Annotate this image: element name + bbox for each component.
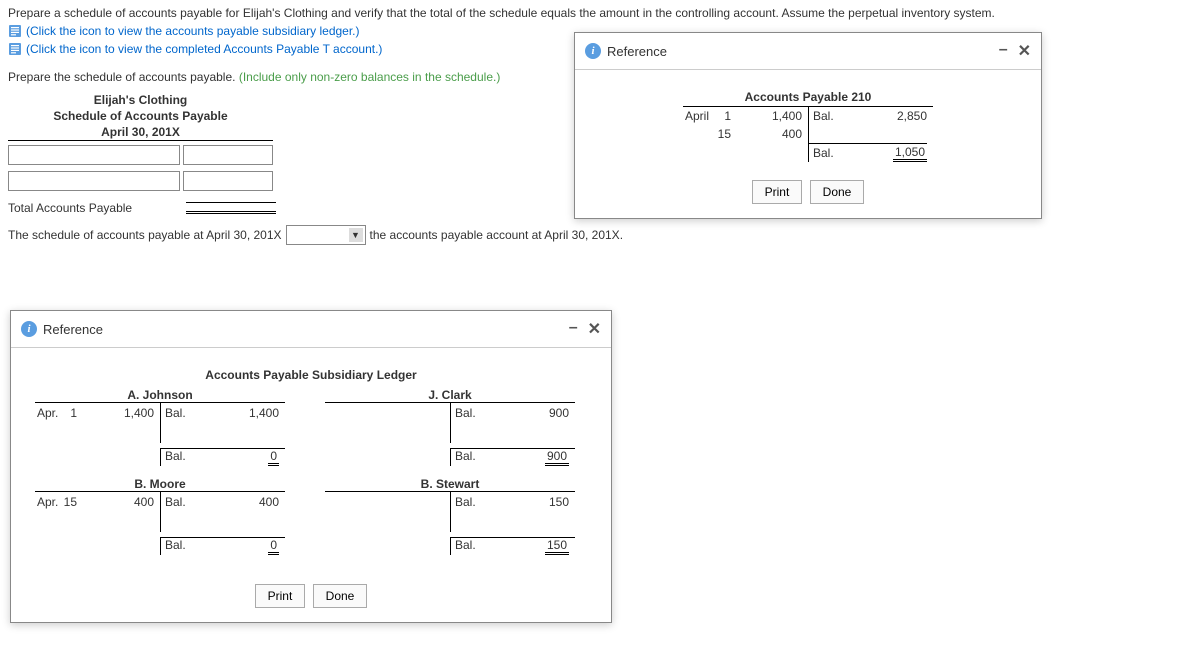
subledger-title: Accounts Payable Subsidiary Ledger — [35, 368, 587, 382]
t-credit-row: Bal.2,850 — [809, 107, 933, 125]
minimize-icon[interactable]: – — [999, 41, 1008, 61]
panel-title: Reference — [43, 322, 569, 337]
print-button[interactable]: Print — [752, 180, 803, 204]
account-name: A. Johnson — [35, 388, 285, 402]
minimize-icon[interactable]: – — [569, 319, 578, 339]
info-icon: i — [21, 321, 37, 337]
schedule-company: Elijah's Clothing — [8, 92, 273, 108]
schedule-amount-input-2[interactable] — [183, 171, 273, 191]
done-button[interactable]: Done — [810, 180, 865, 204]
subledger-account: A. JohnsonApr.11,400Bal.1,400Bal.0 — [35, 388, 285, 471]
t-account-title: Accounts Payable 210 — [683, 90, 933, 104]
sentence-part2: the accounts payable account at April 30… — [370, 228, 624, 242]
bal-value: 1,050 — [837, 145, 933, 162]
account-balance-row: Bal.150 — [325, 532, 575, 560]
schedule-date: April 30, 201X — [8, 124, 273, 140]
account-balance-row: Bal.900 — [325, 443, 575, 471]
done-button[interactable]: Done — [313, 584, 368, 608]
close-icon[interactable]: ✕ — [588, 319, 601, 339]
total-label: Total Accounts Payable — [8, 201, 183, 215]
reference-panel-subledger: i Reference – ✕ Accounts Payable Subsidi… — [10, 310, 612, 623]
document-icon[interactable] — [8, 42, 22, 56]
document-icon[interactable] — [8, 24, 22, 38]
schedule-amount-input-1[interactable] — [183, 145, 273, 165]
schedule-account-input-1[interactable] — [8, 145, 180, 165]
total-line — [186, 202, 276, 214]
account-balance-row: Bal.0 — [35, 443, 285, 471]
subledger-account: J. ClarkBal.900Bal.900 — [325, 388, 575, 471]
instruction-text: Prepare a schedule of accounts payable f… — [8, 6, 1192, 20]
close-icon[interactable]: ✕ — [1018, 41, 1031, 61]
prepare-text: Prepare the schedule of accounts payable… — [8, 70, 239, 84]
t-debit-row: 15400 — [683, 125, 808, 143]
link-t-account[interactable]: (Click the icon to view the completed Ac… — [26, 42, 382, 56]
account-name: B. Stewart — [325, 477, 575, 491]
panel-title: Reference — [607, 44, 999, 59]
prepare-hint: (Include only non-zero balances in the s… — [239, 70, 501, 84]
chevron-down-icon: ▼ — [349, 228, 363, 242]
verify-dropdown[interactable]: ▼ — [286, 225, 366, 245]
t-debit-row: April11,400 — [683, 107, 808, 125]
print-button[interactable]: Print — [255, 584, 306, 608]
schedule-title: Schedule of Accounts Payable — [8, 108, 273, 124]
account-name: J. Clark — [325, 388, 575, 402]
account-name: B. Moore — [35, 477, 285, 491]
account-balance-row: Bal.0 — [35, 532, 285, 560]
schedule-account-input-2[interactable] — [8, 171, 180, 191]
bal-label: Bal. — [809, 146, 837, 160]
sentence-part1: The schedule of accounts payable at Apri… — [8, 228, 282, 242]
reference-panel-ap: i Reference – ✕ Accounts Payable 210 Apr… — [574, 32, 1042, 219]
info-icon: i — [585, 43, 601, 59]
link-subsidiary-ledger[interactable]: (Click the icon to view the accounts pay… — [26, 24, 360, 38]
subledger-account: B. MooreApr.15400Bal.400Bal.0 — [35, 477, 285, 560]
subledger-account: B. StewartBal.150Bal.150 — [325, 477, 575, 560]
